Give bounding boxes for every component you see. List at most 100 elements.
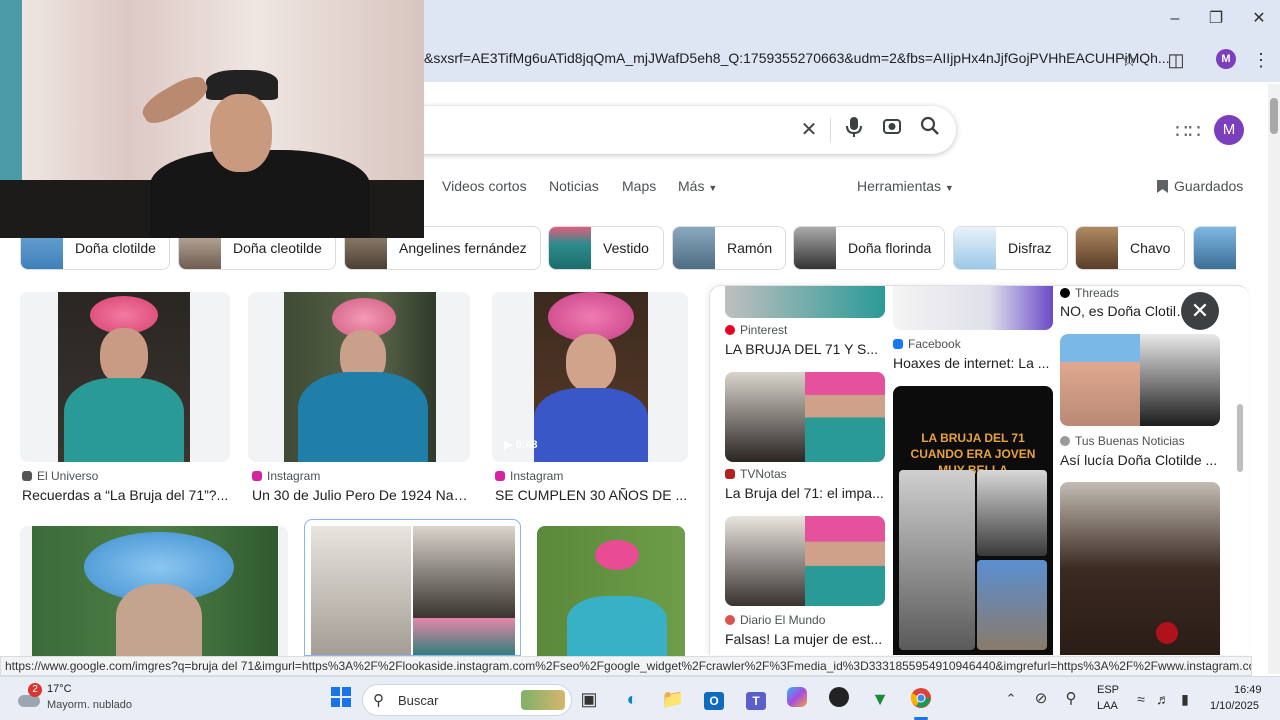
result-image-1[interactable]	[20, 292, 230, 462]
source-name: TVNotas	[740, 467, 787, 481]
panel-image[interactable]	[725, 286, 885, 318]
chip-label: Disfraz	[1008, 240, 1052, 256]
panel-image[interactable]	[893, 286, 1053, 330]
threads-icon	[1060, 288, 1070, 298]
result-title[interactable]: Recuerdas a “La Bruja del 71”?...	[22, 487, 232, 503]
search-highlight-icon	[521, 690, 565, 710]
chip-label: Vestido	[603, 240, 649, 256]
tab-noticias[interactable]: Noticias	[549, 178, 599, 194]
teams-icon[interactable]: T	[743, 687, 769, 711]
taskbar-search[interactable]: ⚲ Buscar	[362, 684, 572, 716]
vpn-app-icon[interactable]: ▼	[867, 687, 893, 711]
chip-label: Doña clotilde	[75, 240, 156, 256]
camera-lens-icon[interactable]	[878, 116, 906, 144]
microphone-icon[interactable]: ⚲	[1058, 687, 1084, 711]
favicon-icon	[22, 471, 32, 481]
saved-link[interactable]: Guardados	[1157, 178, 1243, 194]
account-avatar[interactable]: M	[1214, 115, 1244, 145]
file-explorer-icon[interactable]: 📁	[660, 687, 686, 711]
result-source: Instagram	[252, 469, 320, 483]
favicon-icon	[725, 469, 735, 479]
result-image-3[interactable]: ▶ 0:48	[492, 292, 688, 462]
caret-down-icon: ▼	[708, 183, 718, 193]
search-input[interactable]: ✕	[400, 106, 956, 154]
chip-thumbnail	[794, 227, 836, 269]
panel-scrollbar-thumb[interactable]	[1237, 404, 1243, 472]
network-off-icon[interactable]: ⊘	[1028, 687, 1054, 711]
panel-image[interactable]	[725, 372, 885, 462]
result-image-4[interactable]	[20, 526, 288, 656]
clock-date[interactable]: 1/10/2025	[1210, 700, 1259, 712]
instagram-icon	[495, 471, 505, 481]
search-icon[interactable]	[916, 116, 944, 144]
image-preview-panel: Pinterest LA BRUJA DEL 71 Y S... TVNotas…	[709, 285, 1249, 655]
panel-title[interactable]: Falsas! La mujer de est...	[725, 631, 885, 647]
tools-menu[interactable]: Herramientas ▼	[857, 178, 954, 194]
close-panel-button[interactable]: ✕	[1181, 292, 1219, 330]
clear-icon[interactable]: ✕	[795, 116, 823, 144]
weather-widget[interactable]: 2	[16, 683, 44, 713]
result-title[interactable]: SE CUMPLEN 30 AÑOS DE ...	[495, 487, 690, 503]
chip-more[interactable]	[1193, 226, 1237, 270]
page-scrollbar[interactable]	[1268, 84, 1280, 674]
panel-image[interactable]	[1060, 482, 1220, 655]
minimize-icon[interactable]: –	[1160, 8, 1190, 30]
windows-start-icon[interactable]	[328, 687, 354, 711]
face	[210, 94, 272, 172]
panel-image[interactable]	[1060, 334, 1220, 426]
url-text[interactable]: &sxsrf=AE3TifMg6uATid8jqQmA_mjJWafD5eh8_…	[424, 50, 1170, 66]
tab-maps[interactable]: Maps	[622, 178, 656, 194]
microphone-icon[interactable]	[840, 116, 868, 144]
apps-grid-icon[interactable]: ∷∷	[1174, 118, 1202, 146]
source-name: Facebook	[908, 337, 961, 351]
chevron-up-icon[interactable]: ⌃	[998, 687, 1024, 711]
panel-title[interactable]: NO, es Doña Clotilde	[1060, 303, 1190, 319]
scrollbar-thumb[interactable]	[1270, 98, 1278, 134]
tools-label: Herramientas	[857, 178, 942, 194]
panel-title[interactable]: LA BRUJA DEL 71 Y S...	[725, 341, 885, 357]
panel-title[interactable]: La Bruja del 71: el impa...	[725, 485, 885, 501]
chip-vestido[interactable]: Vestido	[548, 226, 664, 270]
tab-mas-label: Más	[678, 178, 705, 194]
result-image-5[interactable]	[304, 519, 521, 656]
image-part	[1060, 334, 1140, 426]
portrait-right	[413, 526, 515, 618]
result-image-2[interactable]	[248, 292, 470, 462]
tab-videos-cortos[interactable]: Videos cortos	[442, 178, 527, 194]
tab-mas[interactable]: Más ▼	[678, 178, 717, 194]
source-name: Tus Buenas Noticias	[1075, 434, 1185, 448]
edge-icon[interactable]: ◐	[619, 687, 645, 711]
language-layout: LAA	[1097, 700, 1118, 712]
chip-dona-florinda[interactable]: Doña florinda	[793, 226, 945, 270]
battery-icon[interactable]: ▮	[1172, 687, 1198, 711]
chip-label: Angelines fernández	[399, 240, 527, 256]
panel-title[interactable]: Así lucía Doña Clotilde ...	[1060, 452, 1220, 468]
chip-disfraz[interactable]: Disfraz	[953, 226, 1068, 270]
chrome-icon[interactable]	[908, 687, 934, 711]
restore-icon[interactable]: ❐	[1201, 8, 1231, 30]
source-name: Threads	[1075, 286, 1120, 300]
media-app-icon[interactable]	[826, 687, 852, 711]
clock-time[interactable]: 16:49	[1234, 684, 1262, 696]
task-view-icon[interactable]: ▣	[576, 687, 602, 711]
instagram-icon	[252, 471, 262, 481]
chip-ramon[interactable]: Ramón	[672, 226, 786, 270]
search-icon: ⚲	[373, 692, 384, 709]
bookmark-star-icon[interactable]: ☆	[1115, 48, 1143, 72]
panel-image[interactable]: LA BRUJA DEL 71 CUANDO ERA JOVEN MUY BEL…	[893, 386, 1053, 655]
result-title[interactable]: Un 30 de Julio Pero De 1924 Nac...	[252, 487, 472, 503]
window-close-icon[interactable]: ✕	[1244, 8, 1274, 30]
result-source: El Universo	[22, 469, 98, 483]
image-part	[805, 372, 885, 462]
chip-chavo[interactable]: Chavo	[1075, 226, 1185, 270]
extensions-icon[interactable]: ◫	[1162, 48, 1190, 72]
panel-image[interactable]	[725, 516, 885, 606]
outlook-icon[interactable]: O	[701, 687, 727, 711]
panel-title[interactable]: Hoaxes de internet: La ...	[893, 355, 1053, 371]
copilot-icon[interactable]	[784, 687, 810, 711]
language-code[interactable]: ESP	[1097, 684, 1119, 696]
menu-icon[interactable]: ⋮	[1247, 48, 1275, 72]
profile-avatar[interactable]: M	[1216, 49, 1236, 69]
result-image-6[interactable]	[537, 526, 685, 656]
face	[100, 328, 148, 384]
